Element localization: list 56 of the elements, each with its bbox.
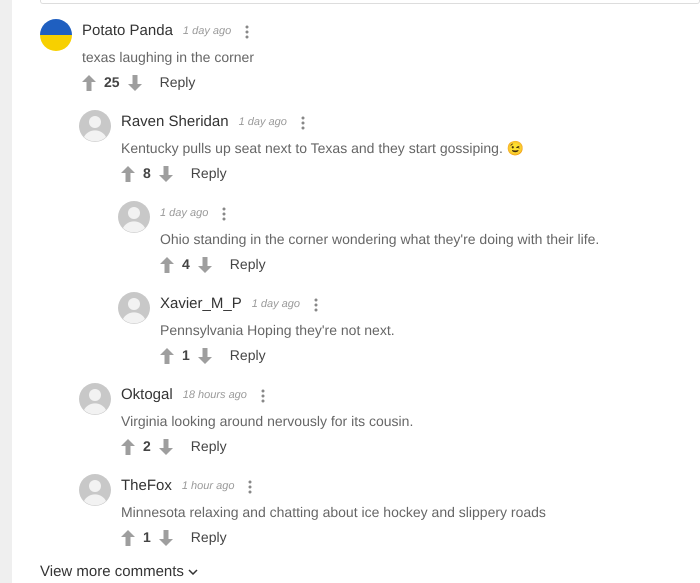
- avatar-icon: [118, 292, 150, 324]
- upvote-icon[interactable]: [160, 256, 174, 272]
- upvote-icon[interactable]: [82, 74, 96, 90]
- timestamp: 18 hours ago: [182, 388, 247, 404]
- avatar-icon: [79, 110, 111, 142]
- more-options-icon[interactable]: [260, 388, 265, 402]
- timestamp: 1 day ago: [252, 297, 300, 312]
- vote-count: 25: [104, 73, 120, 92]
- upvote-icon[interactable]: [160, 348, 174, 364]
- more-options-icon[interactable]: [248, 480, 252, 494]
- author-name[interactable]: Xavier_M_P: [160, 293, 242, 316]
- downvote-icon[interactable]: [198, 256, 212, 272]
- vote-count: 4: [182, 255, 190, 274]
- comment-text: Pennsylvania Hoping they're not next.: [160, 320, 395, 340]
- downvote-icon[interactable]: [158, 166, 173, 182]
- upvote-icon[interactable]: [121, 438, 135, 454]
- avatar-icon: [79, 382, 111, 414]
- avatar-icon: [40, 18, 72, 50]
- avatar-icon: [79, 474, 111, 506]
- upvote-icon[interactable]: [121, 530, 135, 546]
- timestamp: 1 day ago: [238, 115, 287, 130]
- timestamp: 1 hour ago: [182, 479, 234, 494]
- comment-text: Kentucky pulls up seat next to Texas and they start gossiping. 😉: [121, 138, 524, 158]
- comment-text: texas laughing in the corner: [82, 48, 254, 67]
- input-field[interactable]: [40, 0, 700, 4]
- comment-text: Virginia looking around nervously for its cousin.: [121, 412, 414, 431]
- reply-button[interactable]: Reply: [230, 345, 266, 366]
- upvote-icon[interactable]: [121, 166, 135, 182]
- more-options-icon[interactable]: [314, 298, 318, 312]
- author-name[interactable]: Oktogal: [121, 384, 173, 407]
- reply-button[interactable]: Reply: [160, 72, 196, 93]
- reply-button[interactable]: Reply: [190, 436, 227, 457]
- author-name[interactable]: Potato Panda: [82, 20, 173, 43]
- reply-button[interactable]: Reply: [190, 527, 227, 548]
- author-name[interactable]: TheFox: [121, 475, 172, 498]
- timestamp: 1 day ago: [160, 206, 208, 222]
- timestamp: 1 day ago: [182, 24, 232, 40]
- downvote-icon[interactable]: [128, 74, 142, 90]
- comment-text: Ohio standing in the corner wondering what they're doing with their life.: [160, 230, 600, 249]
- reply-button[interactable]: Reply: [230, 254, 266, 275]
- downvote-icon[interactable]: [158, 530, 173, 546]
- vote-count: 2: [143, 437, 151, 456]
- author-name[interactable]: Raven Sheridan: [121, 111, 229, 134]
- more-options-icon[interactable]: [245, 24, 250, 38]
- downvote-icon[interactable]: [198, 348, 212, 364]
- reply-button[interactable]: Reply: [190, 163, 227, 184]
- more-options-icon[interactable]: [222, 206, 226, 220]
- view-more-button[interactable]: View more comments: [40, 560, 198, 583]
- chevron-down-icon: [188, 568, 198, 575]
- avatar-icon: [118, 200, 150, 232]
- more-options-icon[interactable]: [300, 116, 305, 130]
- comment-text: Minnesota relaxing and chatting about ice hockey and slippery roads: [121, 502, 546, 522]
- vote-count: 1: [182, 346, 190, 365]
- vote-count: 1: [143, 528, 151, 547]
- downvote-icon[interactable]: [158, 438, 173, 454]
- vote-count: 8: [143, 164, 151, 183]
